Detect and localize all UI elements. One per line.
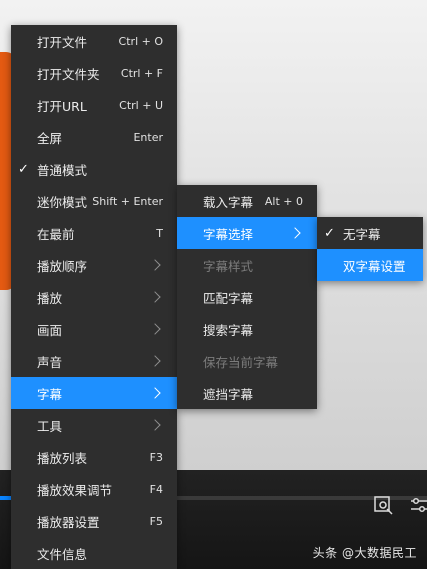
checkmark-icon: ✓: [18, 161, 29, 177]
main-menu-item[interactable]: 打开文件夹 Ctrl + F: [11, 57, 177, 89]
main-menu-item-label: 工具: [37, 418, 63, 434]
main-menu-item[interactable]: 播放效果调节 F4: [11, 473, 177, 505]
main-menu-item-shortcut: Ctrl + U: [119, 98, 163, 112]
chevron-right-icon: [289, 227, 301, 239]
subtitle-menu-item[interactable]: 遮挡字幕: [177, 377, 317, 409]
main-menu-item-label: 文件信息: [37, 546, 88, 562]
main-menu-item[interactable]: 打开文件 Ctrl + O: [11, 25, 177, 57]
subtitle-select-item[interactable]: ✓ 无字幕: [317, 217, 423, 249]
subtitle-menu-item: 保存当前字幕: [177, 345, 317, 377]
subtitle-menu-item-label: 匹配字幕: [203, 290, 254, 306]
main-menu-item[interactable]: 工具: [11, 409, 177, 441]
main-menu-item-label: 打开文件: [37, 34, 88, 50]
subtitle-menu-item[interactable]: 字幕选择: [177, 217, 317, 249]
subtitle-select-submenu: ✓ 无字幕双字幕设置: [317, 217, 423, 281]
subtitle-menu-item-label: 字幕样式: [203, 258, 254, 274]
main-menu-item[interactable]: 播放顺序: [11, 249, 177, 281]
main-menu-item-label: 打开文件夹: [37, 66, 100, 82]
subtitle-select-item-label: 无字幕: [343, 226, 381, 242]
main-menu-item-label: 在最前: [37, 226, 75, 242]
main-menu-item-label: 画面: [37, 322, 63, 338]
main-menu-item[interactable]: 播放: [11, 281, 177, 313]
subtitle-menu-item: 字幕样式: [177, 249, 317, 281]
subtitle-select-item[interactable]: 双字幕设置: [317, 249, 423, 281]
subtitle-menu-item[interactable]: 载入字幕 Alt + 0: [177, 185, 317, 217]
subtitle-menu-item[interactable]: 匹配字幕: [177, 281, 317, 313]
subtitle-menu-item-label: 载入字幕: [203, 194, 254, 210]
main-menu-item-label: 播放: [37, 290, 63, 306]
main-menu-item-label: 字幕: [37, 386, 63, 402]
main-menu-item[interactable]: 字幕: [11, 377, 177, 409]
main-menu-item-label: 播放列表: [37, 450, 88, 466]
main-menu-item[interactable]: 声音: [11, 345, 177, 377]
chevron-right-icon: [149, 355, 161, 367]
main-menu-item-label: 全屏: [37, 130, 63, 146]
settings-sliders-icon[interactable]: [408, 494, 427, 516]
main-menu-item[interactable]: 播放列表 F3: [11, 441, 177, 473]
watermark: 头条 @大数据民工: [312, 546, 417, 560]
main-menu-item-label: 迷你模式: [37, 194, 88, 210]
chevron-right-icon: [149, 323, 161, 335]
chevron-right-icon: [149, 291, 161, 303]
main-menu-item-shortcut: Ctrl + O: [118, 34, 163, 48]
main-menu-item-shortcut: Enter: [133, 130, 163, 144]
screenshot-icon[interactable]: [372, 494, 394, 516]
subtitle-menu-item[interactable]: 搜索字幕: [177, 313, 317, 345]
context-menu-main: 打开文件 Ctrl + O 打开文件夹 Ctrl + F 打开URL Ctrl + U 全屏…: [11, 25, 177, 569]
main-menu-item-label: 播放顺序: [37, 258, 88, 274]
main-menu-item-shortcut: T: [156, 226, 163, 240]
subtitle-menu-item-label: 保存当前字幕: [203, 354, 279, 370]
subtitle-menu-item-shortcut: Alt + 0: [264, 194, 303, 208]
main-menu-item-shortcut: Ctrl + F: [120, 66, 163, 80]
checkmark-icon: ✓: [324, 225, 335, 241]
main-menu-item[interactable]: 迷你模式 Shift + Enter: [11, 185, 177, 217]
subtitle-menu-item-label: 遮挡字幕: [203, 386, 254, 402]
main-menu-item[interactable]: 在最前 T: [11, 217, 177, 249]
main-menu-item[interactable]: 画面: [11, 313, 177, 345]
main-menu-item-shortcut: Shift + Enter: [92, 194, 163, 208]
chevron-right-icon: [149, 419, 161, 431]
subtitle-select-item-label: 双字幕设置: [343, 258, 406, 274]
main-menu-item-shortcut: F4: [149, 482, 163, 496]
main-menu-item[interactable]: 文件信息: [11, 537, 177, 569]
main-menu-item-label: 播放效果调节: [37, 482, 113, 498]
main-menu-item-label: 打开URL: [37, 98, 87, 114]
subtitle-submenu: 载入字幕 Alt + 0 字幕选择字幕样式匹配字幕搜索字幕保存当前字幕 遮挡字幕: [177, 185, 317, 409]
subtitle-menu-item-label: 搜索字幕: [203, 322, 254, 338]
subtitle-menu-item-label: 字幕选择: [203, 226, 254, 242]
main-menu-item-label: 声音: [37, 354, 63, 370]
chevron-right-icon: [149, 387, 161, 399]
main-menu-item[interactable]: ✓ 普通模式: [11, 153, 177, 185]
main-menu-item-label: 播放器设置: [37, 514, 100, 530]
chevron-right-icon: [149, 259, 161, 271]
main-menu-item-shortcut: F3: [149, 450, 163, 464]
main-menu-item-label: 普通模式: [37, 162, 88, 178]
main-menu-item-shortcut: F5: [149, 514, 163, 528]
main-menu-item[interactable]: 打开URL Ctrl + U: [11, 89, 177, 121]
main-menu-item[interactable]: 全屏 Enter: [11, 121, 177, 153]
main-menu-item[interactable]: 播放器设置 F5: [11, 505, 177, 537]
